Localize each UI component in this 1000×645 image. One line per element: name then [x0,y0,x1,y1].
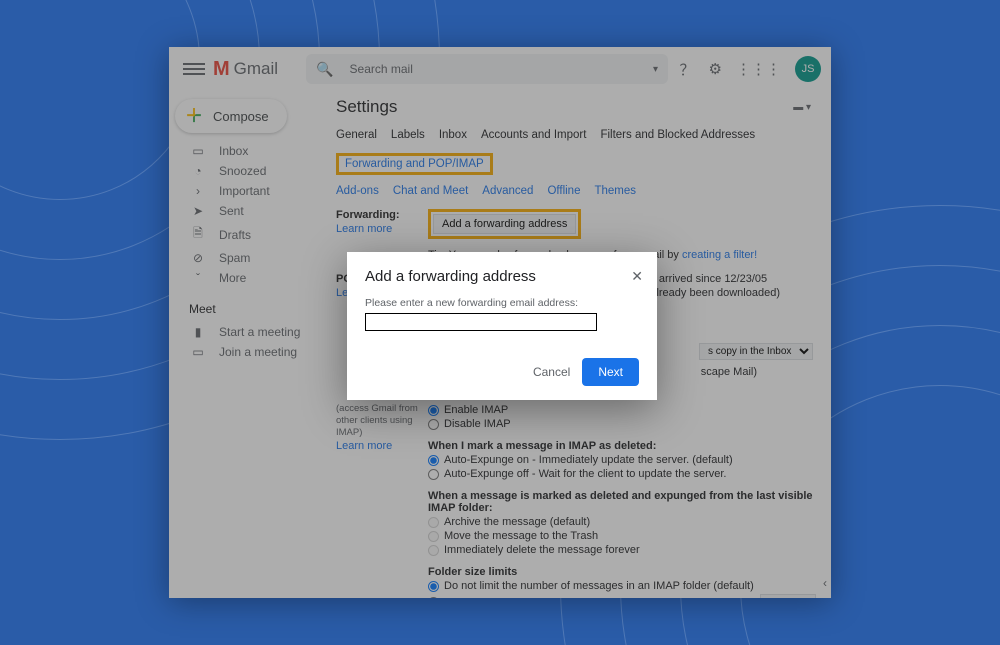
imap-deleted-heading: When I mark a message in IMAP as deleted… [428,440,817,452]
drafts-icon: 🗎 [191,224,205,245]
page-background: M Gmail 🔍 Search mail ▾ ？ ⚙ ⋮⋮⋮ JS ＋ Com… [0,0,1000,645]
sidebar-item-sent[interactable]: ➤Sent [169,201,334,221]
settings-tabs-row1: General Labels Inbox Accounts and Import… [336,129,817,177]
modal-title: Add a forwarding address [365,268,639,285]
cancel-button[interactable]: Cancel [533,365,570,379]
modal-subtitle: Please enter a new forwarding email addr… [365,297,639,309]
creating-filter-link[interactable]: creating a filter! [682,249,757,261]
compose-label: Compose [213,109,269,124]
tab-general[interactable]: General [336,129,377,141]
sidebar-item-start-meeting[interactable]: ▮Start a meeting [169,322,334,342]
imap-enable-radio[interactable]: Enable IMAP [428,404,817,416]
important-icon: › [191,184,205,198]
account-avatar[interactable]: JS [795,56,821,82]
imap-disable-radio[interactable]: Disable IMAP [428,418,817,430]
plus-icon: ＋ [185,107,203,125]
imap-learn-more-link[interactable]: Learn more [336,440,428,452]
folder-nolimit-radio[interactable]: Do not limit the number of messages in a… [428,580,817,592]
close-icon[interactable]: ✕ [631,268,643,285]
tab-accounts[interactable]: Accounts and Import [481,129,586,141]
video-icon: ▮ [191,325,205,339]
next-button[interactable]: Next [582,358,639,386]
sidebar: ＋ Compose ▭Inbox ◔Snoozed ›Important ➤Se… [169,91,334,598]
forwarding-learn-more-link[interactable]: Learn more [336,223,428,235]
support-icon[interactable]: ？ [680,59,695,80]
imap-auto-expunge-on-radio[interactable]: Auto-Expunge on - Immediately update the… [428,454,817,466]
add-forwarding-modal: ✕ Add a forwarding address Please enter … [347,252,657,400]
tab-filters[interactable]: Filters and Blocked Addresses [600,129,755,141]
scroll-below-indicator-icon[interactable]: ‹ [823,576,827,590]
tab-labels[interactable]: Labels [391,129,425,141]
sidebar-item-snoozed[interactable]: ◔Snoozed [169,161,334,181]
density-select[interactable]: ▬ ▾ [793,102,811,113]
sidebar-item-spam[interactable]: ⊘Spam [169,248,334,268]
sidebar-item-more[interactable]: ˇMore [169,268,334,288]
sidebar-item-inbox[interactable]: ▭Inbox [169,141,334,161]
gmail-m-icon: M [213,58,230,81]
tab-forwarding-pop-imap[interactable]: Forwarding and POP/IMAP [336,153,493,175]
tab-chat-meet[interactable]: Chat and Meet [393,185,468,197]
search-input[interactable]: 🔍 Search mail ▾ [306,54,668,84]
sidebar-item-join-meeting[interactable]: ▭Join a meeting [169,342,334,362]
search-options-icon[interactable]: ▾ [653,64,658,75]
sidebar-item-important[interactable]: ›Important [169,181,334,201]
tab-inbox[interactable]: Inbox [439,129,467,141]
sidebar-item-drafts[interactable]: 🗎Drafts [169,221,334,248]
forwarding-label: Forwarding: [336,209,400,221]
apps-grid-icon[interactable]: ⋮⋮⋮ [736,60,781,78]
tab-themes[interactable]: Themes [594,185,636,197]
gmail-logo[interactable]: M Gmail [213,58,278,81]
folder-limit-radio[interactable]: Limit IMAP folders to contain no more th… [428,594,817,598]
add-forwarding-address-button[interactable]: Add a forwarding address [433,214,576,234]
chevron-down-icon: ˇ [191,271,205,285]
tab-advanced[interactable]: Advanced [482,185,533,197]
spam-icon: ⊘ [191,251,205,265]
sent-icon: ➤ [191,204,205,218]
imap-expunged-heading: When a message is marked as deleted and … [428,490,817,514]
settings-tabs-row2: Add-ons Chat and Meet Advanced Offline T… [336,185,817,197]
imap-label-note: (access Gmail from other clients using I… [336,403,418,438]
topbar: M Gmail 🔍 Search mail ▾ ？ ⚙ ⋮⋮⋮ JS [169,47,831,91]
pop-keep-copy-select[interactable]: s copy in the Inbox [699,343,813,360]
keyboard-icon: ▭ [191,345,205,359]
imap-auto-expunge-off-radio[interactable]: Auto-Expunge off - Wait for the client t… [428,468,817,480]
main-menu-icon[interactable] [183,58,205,80]
settings-title: Settings [336,97,397,117]
snoozed-icon: ◔ [191,164,205,178]
imap-archive-radio[interactable]: Archive the message (default) [428,516,817,528]
meet-heading: Meet [169,288,334,322]
gmail-logo-text: Gmail [234,59,278,79]
settings-gear-icon[interactable]: ⚙ [709,60,722,78]
folder-size-heading: Folder size limits [428,566,817,578]
imap-section: (access Gmail from other clients using I… [336,402,817,598]
tab-offline[interactable]: Offline [547,185,580,197]
tab-addons[interactable]: Add-ons [336,185,379,197]
imap-trash-radio[interactable]: Move the message to the Trash [428,530,817,542]
add-forwarding-highlight: Add a forwarding address [428,209,581,239]
imap-delete-radio[interactable]: Immediately delete the message forever [428,544,817,556]
search-placeholder: Search mail [350,62,654,76]
inbox-icon: ▭ [191,144,205,158]
folder-limit-select[interactable]: 1,000 [760,594,816,598]
search-icon: 🔍 [316,61,333,78]
compose-button[interactable]: ＋ Compose [175,99,287,133]
forwarding-email-input[interactable] [365,313,597,331]
